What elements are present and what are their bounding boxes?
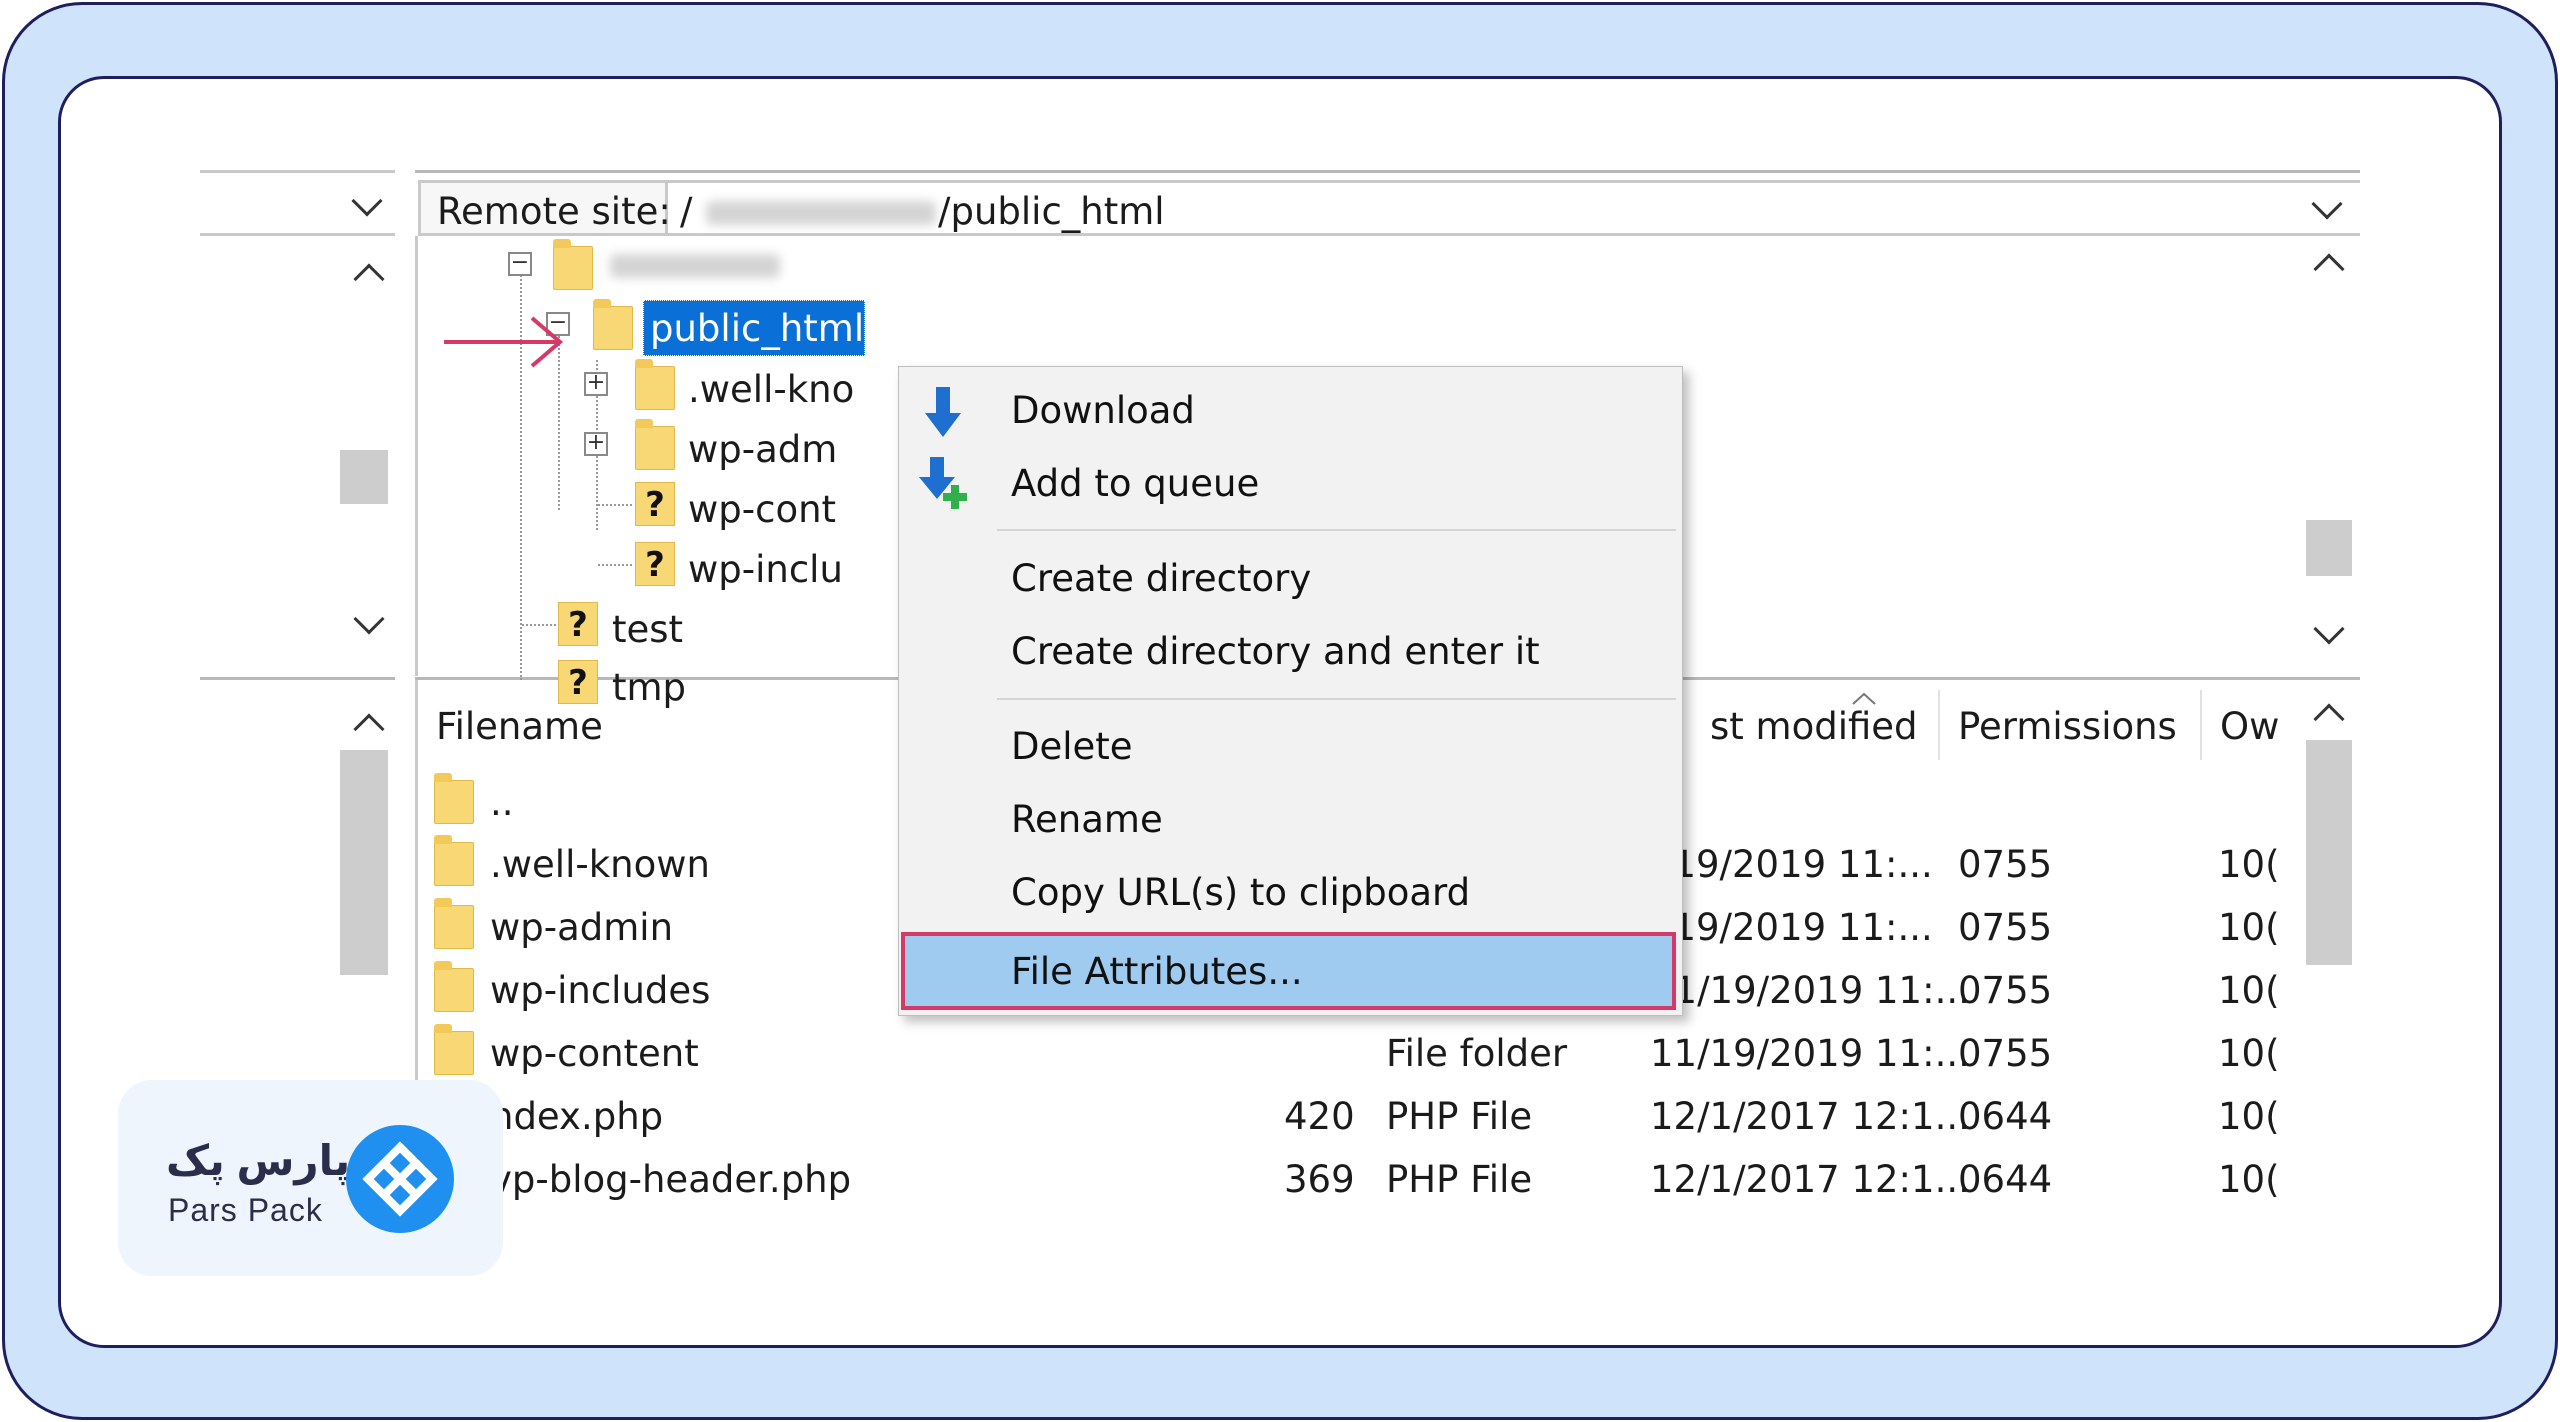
- brand-name-en: Pars Pack: [168, 1192, 323, 1228]
- file-list-scrollbar[interactable]: [2298, 690, 2358, 1260]
- menu-item-create-directory[interactable]: Create directory: [1011, 557, 1311, 600]
- tree-item-public-html[interactable]: public_html: [643, 300, 865, 356]
- redacted-folder-name: [610, 254, 780, 278]
- collapse-toggle-icon[interactable]: −: [508, 252, 532, 276]
- menu-item-copy-url[interactable]: Copy URL(s) to clipboard: [1011, 871, 1470, 914]
- divider: [200, 170, 395, 173]
- brand-name-fa: پارس پک: [166, 1137, 351, 1184]
- brand-logo-icon: [346, 1125, 454, 1233]
- column-header-owner[interactable]: Ow: [2202, 690, 2302, 760]
- local-site-dropdown[interactable]: [200, 180, 395, 236]
- expand-toggle-icon[interactable]: +: [584, 432, 608, 456]
- chevron-down-icon: [351, 185, 383, 217]
- menu-item-download[interactable]: Download: [1011, 389, 1195, 432]
- annotation-arrow-icon: [444, 316, 564, 368]
- scroll-thumb[interactable]: [340, 450, 388, 504]
- chevron-down-icon[interactable]: [353, 603, 385, 635]
- tree-line: [598, 504, 632, 506]
- remote-path-input[interactable]: / /public_html: [668, 180, 2360, 236]
- folder-icon: [593, 299, 633, 350]
- divider: [415, 170, 2360, 173]
- brand-badge: پارس پک Pars Pack: [118, 1080, 503, 1276]
- scroll-thumb[interactable]: [2306, 740, 2352, 965]
- tree-line: [522, 624, 556, 626]
- add-to-queue-icon: [919, 457, 967, 509]
- folder-icon: [635, 419, 675, 470]
- tree-item-label[interactable]: wp-cont: [688, 491, 836, 528]
- menu-item-add-to-queue[interactable]: Add to queue: [1011, 462, 1259, 505]
- context-menu: Download Add to queue Create directory C…: [898, 366, 1683, 1016]
- download-arrow-icon: [925, 387, 961, 437]
- local-tree-scrollbar[interactable]: [340, 250, 395, 660]
- scroll-thumb[interactable]: [2306, 520, 2352, 576]
- menu-separator: [997, 529, 1676, 531]
- unknown-folder-icon: ?: [558, 602, 598, 646]
- chevron-up-icon[interactable]: [353, 713, 385, 745]
- menu-item-delete[interactable]: Delete: [1011, 725, 1133, 768]
- unknown-folder-icon: ?: [635, 542, 675, 586]
- table-row[interactable]: ndex.php 420 PHP File 12/1/2017 12:1... …: [418, 1084, 2298, 1144]
- redacted-path-segment: [706, 201, 936, 225]
- table-row[interactable]: vp-blog-header.php 369 PHP File 12/1/201…: [418, 1147, 2298, 1207]
- menu-item-rename[interactable]: Rename: [1011, 798, 1163, 841]
- filezilla-screenshot: Remote site: / /public_html − − public_h…: [200, 160, 2360, 1260]
- table-row[interactable]: wp-content File folder 11/19/2019 11:...…: [418, 1021, 2298, 1081]
- chevron-up-icon[interactable]: [2313, 253, 2345, 285]
- menu-item-file-attributes[interactable]: File Attributes...: [901, 932, 1676, 1010]
- column-header-filename[interactable]: Filename: [418, 690, 878, 760]
- remote-tree-scrollbar[interactable]: [2298, 240, 2358, 676]
- chevron-up-icon[interactable]: [2313, 703, 2345, 735]
- folder-icon: [635, 359, 675, 410]
- chevron-down-icon: [2311, 188, 2343, 220]
- divider: [200, 677, 395, 680]
- tree-item-label[interactable]: .well-kno: [688, 371, 854, 408]
- column-header-permissions[interactable]: Permissions: [1940, 690, 2202, 760]
- tree-item-label[interactable]: test: [612, 611, 683, 648]
- tree-line: [598, 564, 632, 566]
- chevron-up-icon[interactable]: [353, 263, 385, 295]
- scroll-thumb[interactable]: [340, 750, 388, 975]
- menu-item-create-directory-enter[interactable]: Create directory and enter it: [1011, 630, 1540, 673]
- remote-site-label: Remote site:: [418, 180, 671, 236]
- menu-separator: [997, 698, 1676, 700]
- unknown-folder-icon: ?: [635, 482, 675, 526]
- chevron-down-icon[interactable]: [2313, 613, 2345, 645]
- tree-item-label[interactable]: wp-inclu: [688, 551, 843, 588]
- folder-icon: [553, 239, 593, 290]
- tree-item-label[interactable]: wp-adm: [688, 431, 837, 468]
- expand-toggle-icon[interactable]: +: [584, 372, 608, 396]
